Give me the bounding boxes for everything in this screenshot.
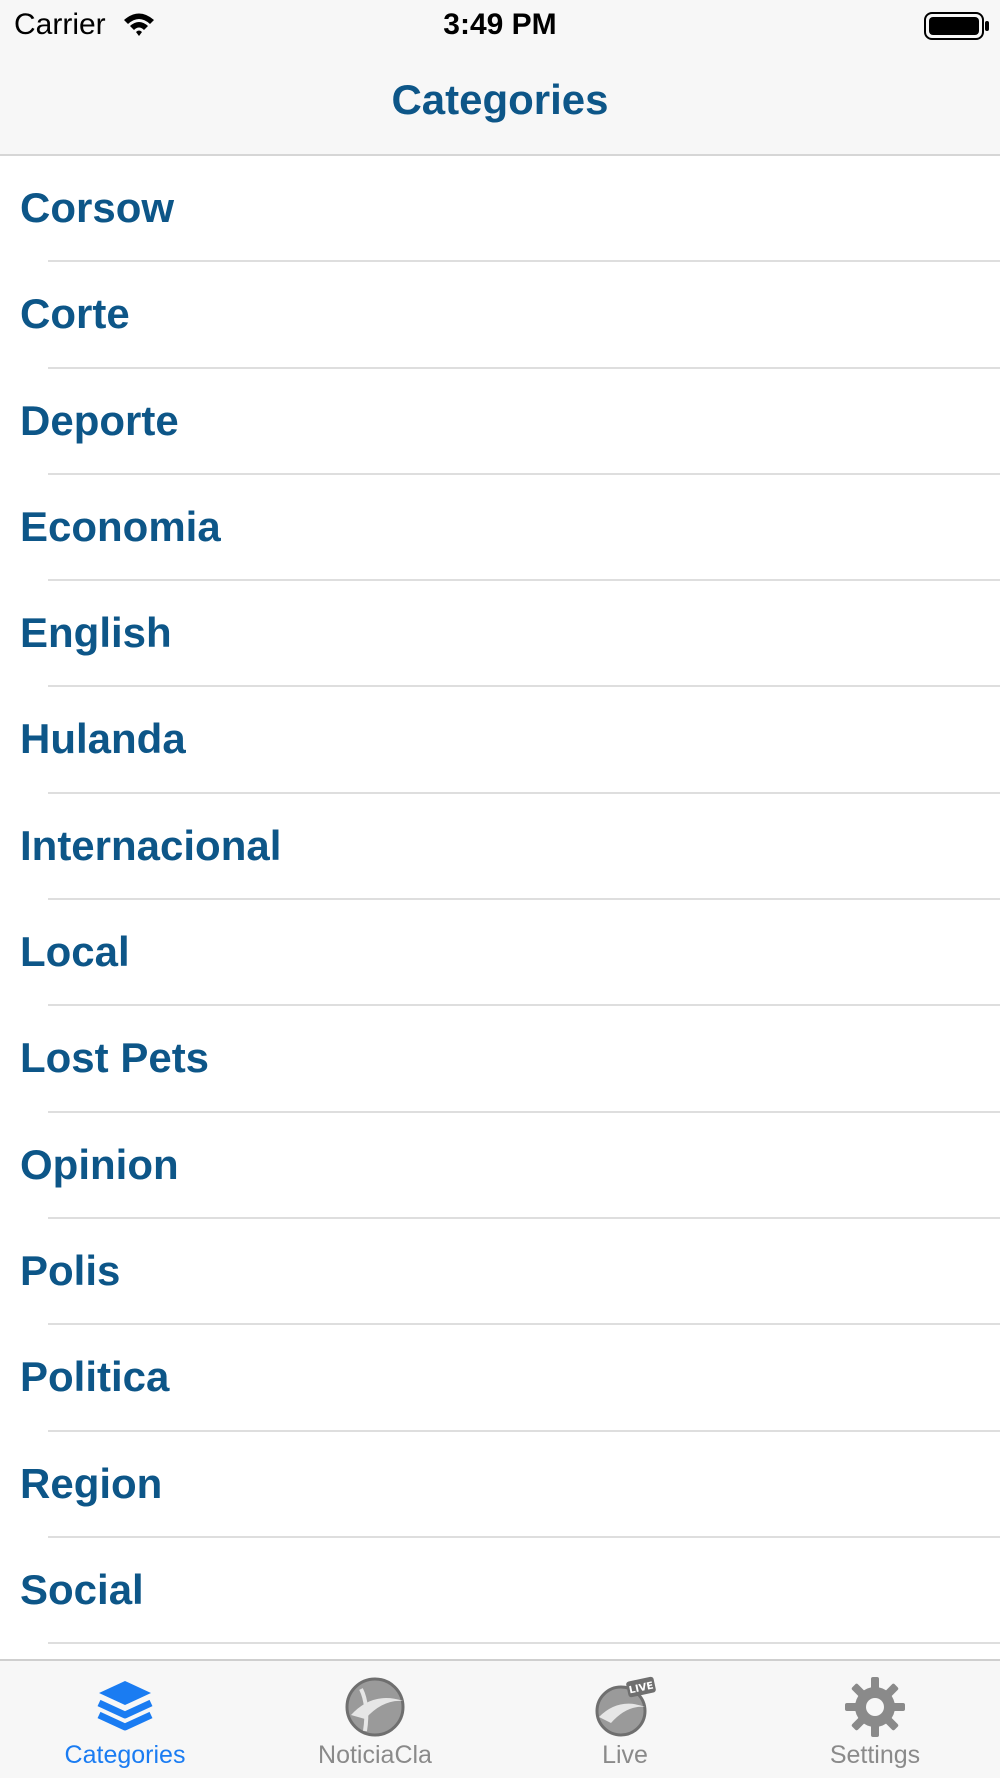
tab-label: NoticiaCla [318, 1741, 432, 1769]
tab-noticiacla[interactable]: NoticiaCla [250, 1661, 500, 1778]
list-item-label: English [20, 609, 172, 657]
list-item-label: Economia [20, 502, 221, 550]
list-item-polis[interactable]: Polis [0, 1219, 1000, 1326]
list-item-label: Local [20, 928, 130, 976]
tab-label: Categories [64, 1741, 186, 1769]
list-item-opinion[interactable]: Opinion [0, 1113, 1000, 1220]
gear-icon [845, 1677, 905, 1737]
page-title: Categories [391, 76, 609, 123]
list-item-label: Corsow [20, 184, 175, 231]
list-item-internacional[interactable]: Internacional [0, 794, 1000, 901]
stacked-layers-icon [97, 1681, 153, 1731]
list-item-local[interactable]: Local [0, 900, 1000, 1007]
list-item-label: Opinion [20, 1140, 179, 1188]
list-item-label: Lost Pets [20, 1034, 210, 1082]
list-item-deporte[interactable]: Deporte [0, 369, 1000, 476]
list-item-english[interactable]: English [0, 581, 1000, 688]
list-item-corsow[interactable]: Corsow [0, 156, 1000, 263]
list-item-economia[interactable]: Economia [0, 475, 1000, 582]
list-item-hulanda[interactable]: Hulanda [0, 687, 1000, 795]
tab-label: Settings [829, 1741, 921, 1769]
navigation-bar: Categories [0, 52, 1000, 156]
globe-logo-icon [345, 1677, 405, 1737]
list-item-label: Politica [20, 1353, 170, 1401]
list-item-social[interactable]: Social [0, 1538, 1000, 1645]
list-item-region[interactable]: Region [0, 1432, 1000, 1539]
list-item-label: Corte [20, 290, 130, 338]
live-globe-icon: LIVE [595, 1676, 656, 1737]
list-item-label: Internacional [20, 821, 282, 869]
list-item-lost-pets[interactable]: Lost Pets [0, 1006, 1000, 1113]
tab-categories[interactable]: Categories [0, 1661, 250, 1778]
battery-icon [924, 12, 989, 40]
list-item-label: Polis [20, 1246, 121, 1294]
tab-live[interactable]: LIVE Live [500, 1661, 750, 1778]
list-item-label: Hulanda [20, 715, 186, 763]
list-item-politica[interactable]: Politica [0, 1325, 1000, 1432]
list-item-label: Social [20, 1565, 144, 1613]
status-time: 3:49 PM [443, 8, 557, 41]
tab-bar: Categories NoticiaCla LIVE Live Settings [0, 1659, 1000, 1778]
list-item-label: Region [20, 1459, 163, 1507]
list-item-label: Deporte [20, 396, 179, 444]
tab-settings[interactable]: Settings [750, 1661, 1000, 1778]
list-item-corte[interactable]: Corte [0, 262, 1000, 369]
category-list[interactable]: Corsow Corte Deporte Economia English Hu… [0, 156, 1000, 1659]
tab-label: Live [602, 1741, 648, 1769]
status-bar: Carrier 3:49 PM [0, 0, 1000, 52]
